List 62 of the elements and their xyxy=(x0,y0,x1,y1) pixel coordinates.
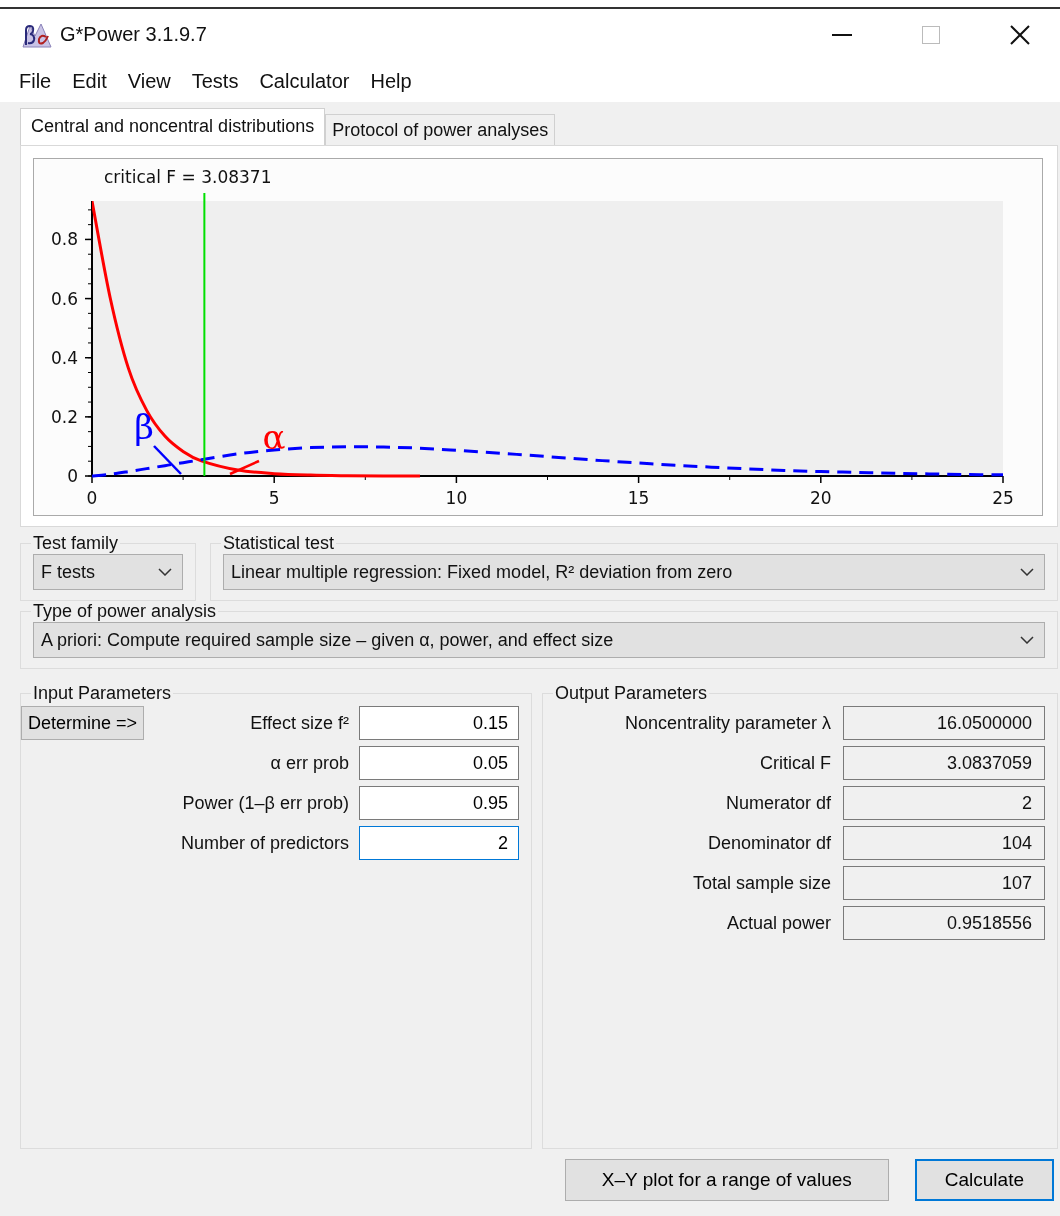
menu-item[interactable]: File xyxy=(19,69,52,93)
x-tick-label: 20 xyxy=(810,488,832,508)
input-field[interactable]: 0.95 xyxy=(359,786,519,820)
x-tick-label: 15 xyxy=(627,488,650,508)
field-label: Actual power xyxy=(725,912,831,934)
greek-letter-label: β xyxy=(134,407,154,447)
y-tick-label: 0.4 xyxy=(50,347,78,368)
output-field: 2 xyxy=(843,786,1045,820)
output-field: 0.9518556 xyxy=(843,906,1045,940)
output-field: 104 xyxy=(843,826,1045,860)
x-tick-label: 0 xyxy=(86,488,98,508)
x-tick-label: 5 xyxy=(268,488,280,508)
analysis-type-dropdown[interactable]: A priori: Compute required sample size – given α, power, and effect size xyxy=(33,622,1045,658)
tab[interactable]: Central and noncentral distributions xyxy=(20,108,326,145)
window-title: G*Power 3.1.9.7 xyxy=(60,23,207,46)
calculate-button[interactable]: Calculate xyxy=(914,1159,1054,1201)
field-label: Numerator df xyxy=(724,792,831,814)
field-label: α err prob xyxy=(269,752,349,774)
input-field[interactable]: 2 xyxy=(359,826,519,860)
field-label: Noncentrality parameter λ xyxy=(623,712,831,734)
plot-button[interactable]: X–Y plot for a range of values xyxy=(564,1159,889,1201)
y-tick-label: 0 xyxy=(67,466,78,486)
determine-button[interactable]: Determine => xyxy=(21,706,145,740)
menu-item[interactable]: Edit xyxy=(72,69,107,93)
y-tick-label: 0.8 xyxy=(50,229,78,250)
chevron-icon xyxy=(1020,568,1034,576)
statistical-test-dropdown[interactable]: Linear multiple regression: Fixed model, R² deviation from zero xyxy=(223,554,1045,590)
group-label: Type of power analysis xyxy=(32,601,218,622)
leader-line xyxy=(229,459,260,476)
input-field[interactable]: 0.15 xyxy=(359,706,519,740)
menu-item[interactable]: Calculator xyxy=(259,69,350,93)
x-tick-label: 25 xyxy=(992,488,1014,508)
chevron-icon xyxy=(158,568,172,576)
menu-item[interactable]: Tests xyxy=(191,69,239,93)
group-label: Test family xyxy=(32,533,120,554)
close-icon[interactable] xyxy=(1010,24,1030,45)
input-field[interactable]: 0.05 xyxy=(359,746,519,780)
output-field: 3.0837059 xyxy=(843,746,1045,780)
output-field: 107 xyxy=(843,866,1045,900)
test-family-dropdown[interactable]: F tests xyxy=(33,554,183,590)
menu-item[interactable]: Help xyxy=(370,69,412,93)
y-tick-label: 0.6 xyxy=(50,288,78,309)
field-label: Total sample size xyxy=(691,872,831,894)
tab[interactable]: Protocol of power analyses xyxy=(325,114,556,145)
output-field: 16.0500000 xyxy=(843,706,1045,740)
field-label: Effect size f² xyxy=(249,712,349,734)
field-label: Denominator df xyxy=(706,832,831,854)
menu-item[interactable]: View xyxy=(127,69,171,93)
y-tick-label: 0.2 xyxy=(50,406,78,427)
field-label: Power (1–β err prob) xyxy=(181,792,349,814)
app-logo-icon xyxy=(22,21,52,48)
group-label: Input Parameters xyxy=(32,683,173,704)
minimize-icon[interactable] xyxy=(832,33,852,36)
critical-value-label: critical F = 3.08371 xyxy=(104,167,272,187)
greek-letter-label: α xyxy=(262,417,286,457)
group-label: Statistical test xyxy=(222,533,336,554)
field-label: Number of predictors xyxy=(179,832,349,854)
chevron-icon xyxy=(1020,636,1034,644)
field-label: Critical F xyxy=(759,752,831,774)
group-label: Output Parameters xyxy=(554,683,709,704)
leader-line xyxy=(153,445,182,475)
x-tick-label: 10 xyxy=(445,488,468,508)
